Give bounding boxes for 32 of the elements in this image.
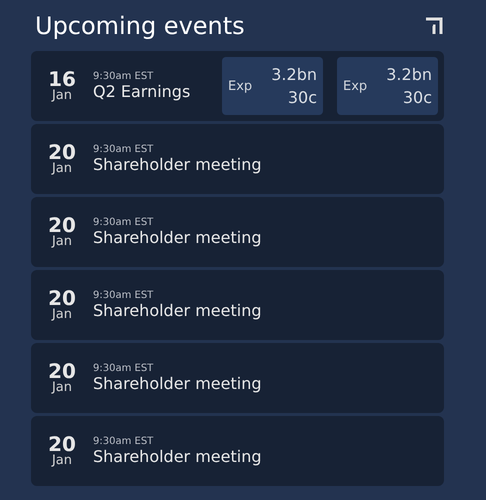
estimate-value: 3.2bn	[386, 64, 432, 86]
event-time: 9:30am EST	[93, 217, 154, 228]
event-name: Shareholder meeting	[93, 301, 262, 320]
event-day: 20	[48, 361, 76, 381]
event-day: 20	[48, 142, 76, 162]
event-name: Shareholder meeting	[93, 155, 262, 174]
event-name: Shareholder meeting	[93, 228, 262, 247]
estimate-value: 3.2bn	[271, 64, 317, 86]
event-day: 20	[48, 434, 76, 454]
event-time: 9:30am EST	[93, 436, 154, 447]
event-name: Q2 Earnings	[93, 82, 192, 101]
event-name: Shareholder meeting	[93, 374, 262, 393]
estimate-label: Exp	[343, 78, 368, 94]
section-title: Upcoming events	[35, 12, 245, 40]
event-month: Jan	[52, 89, 72, 103]
event-time: 9:30am EST	[93, 144, 154, 155]
event-day: 20	[48, 288, 76, 308]
event-month: Jan	[52, 235, 72, 249]
event-day: 20	[48, 215, 76, 235]
event-month: Jan	[52, 308, 72, 322]
event-day: 16	[48, 69, 76, 89]
event-month: Jan	[52, 381, 72, 395]
expand-icon[interactable]	[424, 16, 444, 36]
event-name: Shareholder meeting	[93, 447, 262, 466]
estimate-label: Exp	[228, 78, 252, 94]
event-time: 9:30am EST	[93, 363, 154, 374]
event-month: Jan	[52, 454, 72, 468]
event-month: Jan	[52, 162, 72, 176]
estimate-value: 30c	[288, 87, 317, 109]
event-time: 9:30am EST	[93, 290, 154, 301]
event-time: 9:30am EST	[93, 71, 154, 82]
estimate-value: 30c	[402, 87, 432, 109]
